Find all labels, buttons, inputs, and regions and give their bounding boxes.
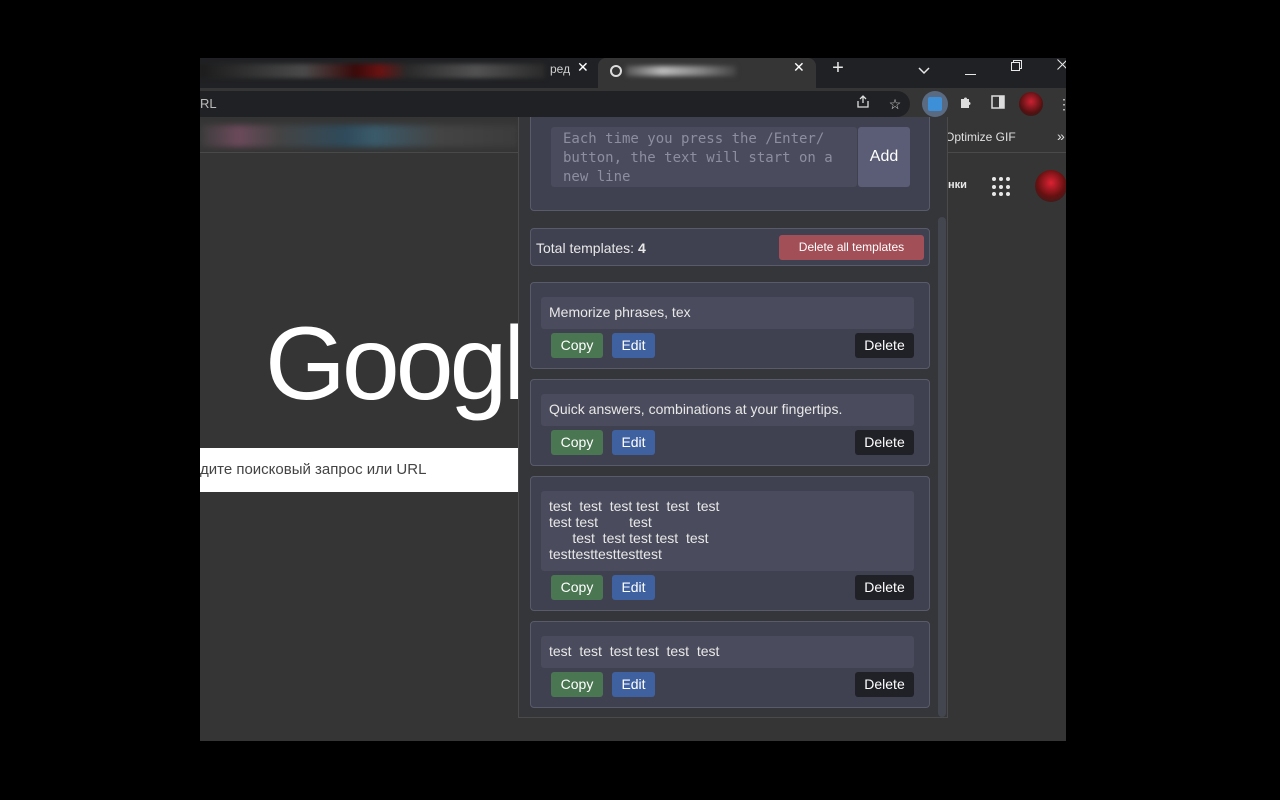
menu-kebab-icon[interactable]: ⋮ [1053, 93, 1066, 115]
close-window-icon[interactable] [1052, 59, 1066, 89]
template-text-4[interactable]: test test test test test test [541, 636, 914, 668]
copy-button-2[interactable]: Copy [551, 430, 603, 455]
delete-all-templates-button[interactable]: Delete all templates [779, 235, 924, 260]
edit-button-3[interactable]: Edit [612, 575, 655, 600]
textarea-placeholder: Each time you press the /Enter/ button, … [563, 131, 833, 185]
restore-icon[interactable] [1006, 60, 1026, 90]
edit-button-4[interactable]: Edit [612, 672, 655, 697]
tab-1[interactable]: ред ✕ [200, 58, 598, 88]
search-placeholder: дите поисковый запрос или URL [200, 461, 427, 478]
delete-button-1[interactable]: Delete [855, 333, 914, 358]
tab-strip: ред ✕ ✕ + [200, 58, 1066, 88]
template-textarea[interactable]: Each time you press the /Enter/ button, … [551, 127, 857, 187]
profile-avatar[interactable] [1019, 92, 1043, 116]
search-input[interactable]: дите поисковый запрос или URL [200, 448, 520, 492]
bookmark-optimize-gif[interactable]: Optimize GIF [945, 130, 1016, 144]
total-templates-text: Total templates: 4 [536, 240, 646, 256]
template-card-1: Memorize phrases, tex Copy Edit Delete [530, 282, 930, 369]
tab-2-blurred-title [626, 66, 736, 76]
template-text-3[interactable]: test test test test test test test test … [541, 491, 914, 571]
bookmarks-overflow-icon[interactable]: » [1057, 128, 1065, 144]
template-card-3: test test test test test test test test … [530, 476, 930, 611]
new-tab-icon[interactable]: + [828, 58, 848, 89]
copy-button-1[interactable]: Copy [551, 333, 603, 358]
omnibox[interactable]: RL [200, 91, 910, 117]
extensions-puzzle-icon[interactable] [955, 93, 977, 115]
tab-1-close-icon[interactable]: ✕ [577, 59, 589, 76]
delete-button-4[interactable]: Delete [855, 672, 914, 697]
templates-extension-popup: Each time you press the /Enter/ button, … [518, 117, 948, 718]
popup-scrollbar[interactable] [938, 217, 946, 717]
tab-2-active[interactable]: ✕ [598, 58, 816, 88]
add-button[interactable]: Add [858, 127, 910, 187]
summary-card: Total templates: 4 Delete all templates [530, 228, 930, 266]
side-panel-icon[interactable] [987, 93, 1009, 115]
template-text-1[interactable]: Memorize phrases, tex [541, 297, 914, 329]
add-template-card: Each time you press the /Enter/ button, … [530, 117, 930, 211]
edit-button-2[interactable]: Edit [612, 430, 655, 455]
google-account-avatar[interactable] [1035, 170, 1066, 202]
header-link-images[interactable]: нки [948, 179, 967, 191]
apps-grid-icon[interactable] [992, 177, 1012, 197]
share-icon[interactable] [852, 93, 874, 115]
delete-button-2[interactable]: Delete [855, 430, 914, 455]
toolbar: RL ☆ ⋮ [200, 88, 1066, 120]
total-count: 4 [637, 240, 646, 256]
copy-button-4[interactable]: Copy [551, 672, 603, 697]
tab-1-blurred-title [200, 64, 545, 78]
total-label: Total templates: [536, 240, 638, 256]
tab-2-close-icon[interactable]: ✕ [793, 59, 805, 76]
tab-1-label: ред [550, 62, 571, 76]
copy-button-3[interactable]: Copy [551, 575, 603, 600]
tab-2-favicon-icon [610, 65, 622, 77]
edit-button-1[interactable]: Edit [612, 333, 655, 358]
extension-templates-icon[interactable] [922, 91, 948, 117]
omnibox-text: RL [200, 96, 217, 111]
delete-button-3[interactable]: Delete [855, 575, 914, 600]
template-text-2[interactable]: Quick answers, combinations at your fing… [541, 394, 914, 426]
bookmark-star-icon[interactable]: ☆ [884, 93, 906, 115]
template-card-4: test test test test test test Copy Edit … [530, 621, 930, 708]
blurred-bookmarks [200, 125, 518, 147]
template-card-2: Quick answers, combinations at your fing… [530, 379, 930, 466]
